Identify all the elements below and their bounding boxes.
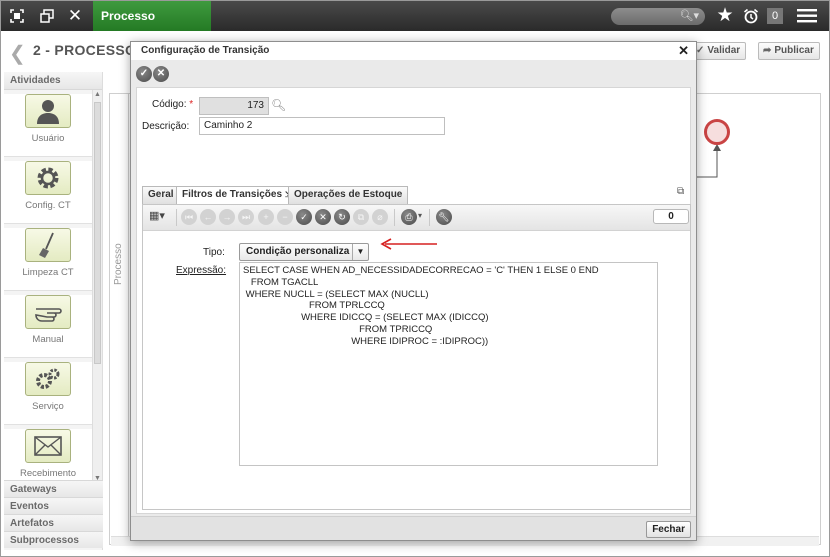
back-chevron-icon[interactable]: ❮	[9, 41, 26, 66]
palette-item-label: Limpeza CT	[22, 267, 74, 278]
palette-item-manual[interactable]: Manual	[4, 295, 92, 358]
add-record-icon[interactable]: +	[258, 209, 274, 225]
codigo-label: Código: *	[152, 99, 194, 110]
remove-record-icon[interactable]: −	[277, 209, 293, 225]
fullscreen-icon[interactable]	[3, 1, 31, 31]
activities-palette: Atividades Usuário Config. CT Limpeza CT	[4, 72, 103, 550]
gears-icon	[25, 362, 71, 396]
descricao-field[interactable]: Caminho 2	[199, 117, 445, 135]
end-event[interactable]	[704, 119, 730, 145]
toolbar-divider	[176, 209, 177, 226]
app-window: ✕ Processo Produtivo 🔍︎▾ ★ 0 ❮ 2 - PROCE…	[0, 0, 830, 557]
alarm-clock-icon[interactable]	[737, 1, 765, 31]
grid-view-icon[interactable]: ▦▾	[149, 209, 173, 225]
tab-operacoes-de-estoque[interactable]: Operações de Estoque	[288, 186, 409, 204]
filtros-tab-panel: ▦▾ ⏮ ← → ⏭ + − ✓ ✕ ↻ ⧉ ⌀ ⎙ ▾ 🔧︎ 0 Tipo: …	[142, 204, 691, 510]
palette-item-label: Usuário	[31, 133, 65, 144]
menu-icon[interactable]	[793, 1, 821, 31]
broom-icon	[25, 228, 71, 262]
last-record-icon[interactable]: ⏭	[238, 209, 254, 225]
app-tab-processo-produtivo[interactable]: Processo Produtivo	[93, 1, 211, 53]
dialog-actions: ✓ ✕	[136, 66, 170, 82]
descricao-label: Descrição:	[142, 121, 190, 132]
dialog-footer: Fechar	[131, 516, 696, 540]
palette-item-label: Config. CT	[25, 200, 71, 211]
palette-item-config-ct[interactable]: Config. CT	[4, 161, 92, 224]
copy-icon[interactable]: ⧉	[677, 186, 684, 197]
validate-label: Validar	[707, 45, 741, 56]
annotation-arrow	[380, 238, 437, 250]
publish-label: Publicar	[774, 45, 814, 56]
scrollbar-thumb[interactable]	[94, 102, 101, 364]
page-title: 2 - PROCESSO	[33, 42, 137, 58]
tab-filtros-de-transicoes[interactable]: Filtros de Transições ⇲	[176, 186, 298, 205]
previous-record-icon[interactable]: ←	[200, 209, 216, 225]
expressao-textarea[interactable]: SELECT CASE WHEN AD_NECESSIDADECORRECAO …	[239, 262, 658, 466]
chevron-down-icon[interactable]: ▾	[418, 211, 422, 220]
print-menu-icon[interactable]: ⎙	[401, 209, 417, 225]
duplicate-icon[interactable]: ⧉	[353, 209, 369, 225]
palette-scrollbar[interactable]: ▲ ▼	[92, 90, 102, 483]
search-icon: 🔍︎▾	[679, 10, 700, 22]
dialog-body: Código: * 173 🔍︎ Descrição: Caminho 2 Ge…	[136, 87, 691, 514]
transition-config-dialog: Configuração de Transição ✕ ✓ ✕ Código: *…	[130, 41, 697, 541]
next-record-icon[interactable]: →	[219, 209, 235, 225]
dialog-close-icon[interactable]: ✕	[678, 42, 689, 60]
dialog-title: Configuração de Transição	[131, 42, 696, 60]
palette-item-limpeza-ct[interactable]: Limpeza CT	[4, 228, 92, 291]
search-input[interactable]: 🔍︎▾	[611, 8, 705, 25]
check-icon: ✓	[696, 45, 705, 56]
hand-icon	[25, 295, 71, 329]
first-record-icon[interactable]: ⏮	[181, 209, 197, 225]
gear-icon	[25, 161, 71, 195]
grid-toolbar: ▦▾ ⏮ ← → ⏭ + − ✓ ✕ ↻ ⧉ ⌀ ⎙ ▾ 🔧︎ 0	[143, 205, 690, 231]
toolbar-divider	[394, 209, 395, 226]
palette-item-recebimento[interactable]: Recebimento	[4, 429, 92, 483]
lane-header	[109, 93, 129, 545]
palette-heading[interactable]: Atividades	[4, 72, 102, 90]
tipo-select[interactable]: Condição personaliza ▼	[239, 243, 369, 261]
palette-item-usuario[interactable]: Usuário	[4, 94, 92, 157]
toolbar-divider	[429, 209, 430, 226]
share-icon: ➦	[763, 45, 772, 56]
tipo-label: Tipo:	[203, 247, 225, 258]
star-icon[interactable]: ★	[711, 1, 739, 31]
activities-list: Usuário Config. CT Limpeza CT Manual Ser…	[4, 90, 92, 483]
scroll-up-icon[interactable]: ▲	[94, 91, 101, 98]
tipo-select-value: Condição personaliza	[246, 246, 350, 257]
notification-badge[interactable]: 0	[767, 8, 783, 24]
refresh-icon[interactable]: ↻	[334, 209, 350, 225]
palette-item-label: Serviço	[32, 401, 64, 412]
palette-category-artefatos[interactable]: Artefatos	[4, 514, 103, 531]
save-record-icon[interactable]: ✓	[296, 209, 312, 225]
attach-icon[interactable]: ⌀	[372, 209, 388, 225]
chevron-down-icon[interactable]: ▼	[352, 244, 368, 260]
envelope-icon	[25, 429, 71, 463]
tab-label: Filtros de Transições	[182, 189, 283, 200]
restore-window-icon[interactable]	[33, 1, 61, 31]
user-icon	[25, 94, 71, 128]
lane-label: Processo	[113, 243, 124, 285]
close-icon[interactable]: ✕	[61, 1, 89, 31]
cancel-record-icon[interactable]: ✕	[315, 209, 331, 225]
codigo-field[interactable]: 173	[199, 97, 269, 115]
top-bar: ✕ Processo Produtivo 🔍︎▾ ★ 0	[1, 1, 829, 53]
publish-button[interactable]: ➦ Publicar	[758, 42, 820, 60]
record-count: 0	[653, 209, 689, 224]
palette-item-label: Recebimento	[20, 468, 76, 479]
confirm-icon[interactable]: ✓	[136, 66, 152, 82]
palette-category-subprocessos[interactable]: Subprocessos	[4, 531, 103, 548]
palette-item-servico[interactable]: Serviço	[4, 362, 92, 425]
palette-category-gateways[interactable]: Gateways	[4, 480, 103, 497]
cancel-icon[interactable]: ✕	[153, 66, 169, 82]
expressao-label: Expressão:	[176, 265, 227, 276]
palette-item-label: Manual	[32, 334, 64, 345]
validate-button[interactable]: ✓ Validar	[691, 42, 747, 60]
close-button[interactable]: Fechar	[646, 521, 691, 538]
wrench-icon[interactable]: 🔧︎	[436, 209, 452, 225]
search-icon[interactable]: 🔍︎	[271, 98, 286, 112]
palette-category-eventos[interactable]: Eventos	[4, 497, 103, 514]
tab-geral[interactable]: Geral	[142, 186, 180, 204]
